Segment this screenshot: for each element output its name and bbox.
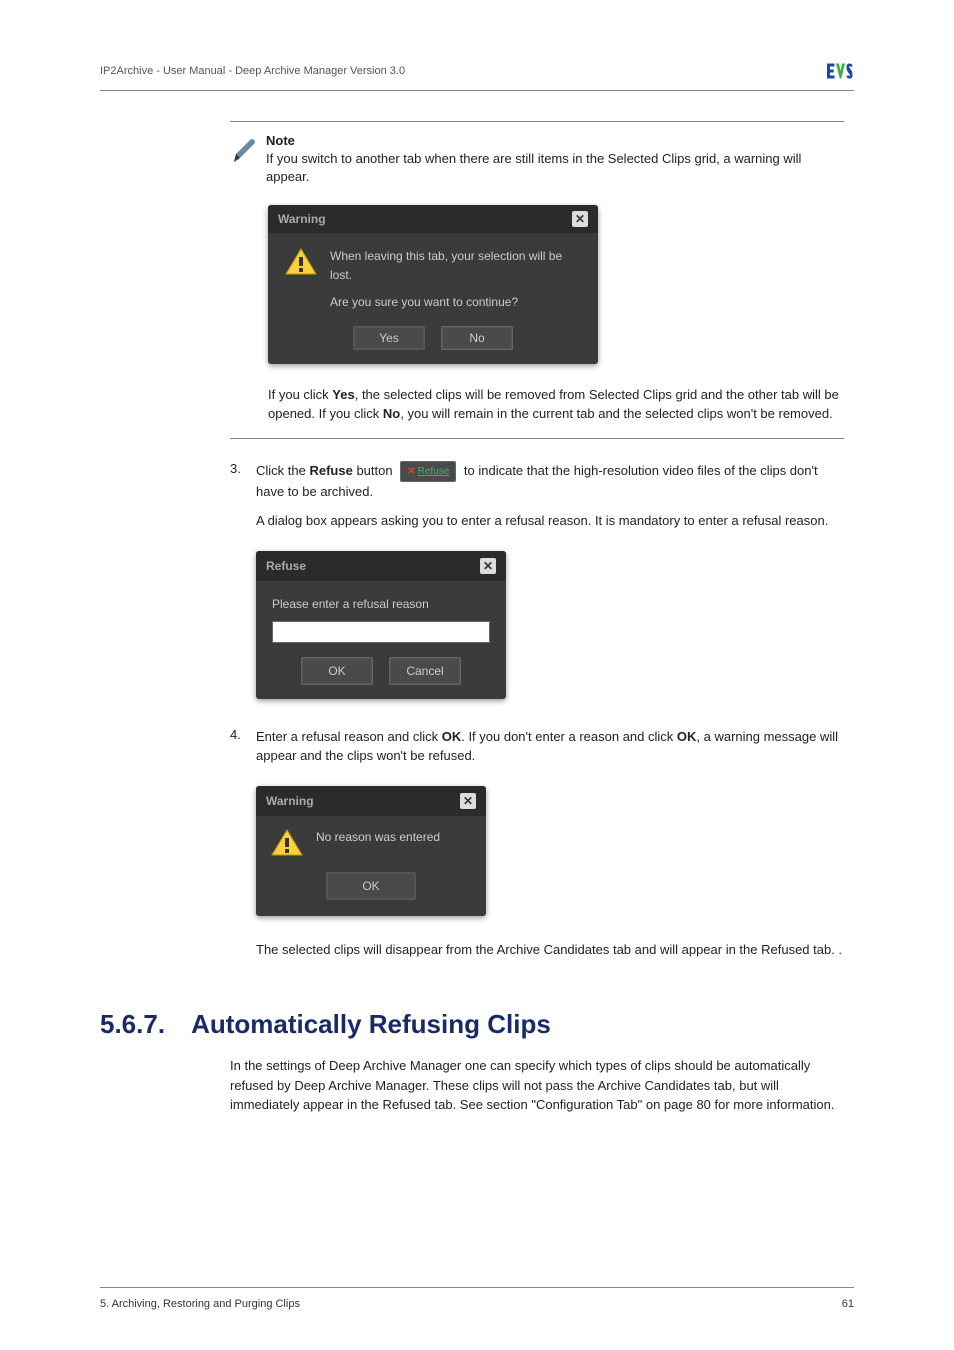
note-callout: Note If you switch to another tab when t… — [230, 121, 844, 439]
dialog-title-text: Warning — [266, 792, 314, 810]
evs-logo — [824, 60, 854, 82]
step-number: 4. — [230, 727, 256, 970]
close-icon[interactable]: ✕ — [480, 558, 496, 574]
refusal-reason-input[interactable] — [272, 621, 490, 643]
close-icon[interactable]: ✕ — [460, 793, 476, 809]
no-reason-warning-dialog: Warning ✕ No reason was entered — [256, 786, 486, 916]
breadcrumb: IP2Archive - User Manual - Deep Archive … — [100, 65, 405, 77]
no-button[interactable]: No — [441, 326, 513, 350]
section-paragraph: In the settings of Deep Archive Manager … — [230, 1056, 844, 1115]
ok-button[interactable]: OK — [301, 657, 373, 685]
page-header: IP2Archive - User Manual - Deep Archive … — [100, 60, 854, 91]
note-body: If you switch to another tab when there … — [266, 150, 844, 186]
warning-triangle-icon — [270, 828, 304, 858]
dialog-message-line2: Are you sure you want to continue? — [330, 293, 582, 312]
dialog-message-line1: When leaving this tab, your selection wi… — [330, 247, 582, 285]
dialog-message: No reason was entered — [316, 828, 440, 847]
footer-page-number: 61 — [842, 1298, 854, 1310]
note-label: Note — [266, 132, 844, 150]
step-number: 3. — [230, 461, 256, 709]
close-icon[interactable]: ✕ — [572, 211, 588, 227]
step-4: 4. Enter a refusal reason and click OK. … — [230, 727, 844, 970]
page-footer: 5. Archiving, Restoring and Purging Clip… — [100, 1287, 854, 1310]
cancel-button[interactable]: Cancel — [389, 657, 461, 685]
dialog-title-text: Refuse — [266, 557, 306, 575]
refuse-toolbar-button[interactable]: ✕Refuse — [400, 461, 456, 482]
refuse-prompt: Please enter a refusal reason — [272, 595, 490, 613]
pencil-icon — [230, 134, 258, 166]
ok-button[interactable]: OK — [326, 872, 416, 900]
step-3: 3. Click the Refuse button ✕Refuse to in… — [230, 461, 844, 709]
dialog-title-text: Warning — [278, 212, 326, 226]
warning-dialog: Warning ✕ When leaving this tab, your se… — [268, 205, 598, 365]
note-explanation: If you click Yes, the selected clips wil… — [230, 386, 844, 424]
footer-left: 5. Archiving, Restoring and Purging Clip… — [100, 1298, 300, 1310]
warning-triangle-icon — [284, 247, 318, 277]
section-number: 5.6.7. — [100, 1009, 165, 1040]
step3-para2: A dialog box appears asking you to enter… — [256, 511, 844, 531]
section-header: 5.6.7. Automatically Refusing Clips — [100, 1009, 844, 1040]
yes-button[interactable]: Yes — [353, 326, 425, 350]
step4-after: The selected clips will disappear from t… — [256, 940, 844, 960]
refuse-dialog: Refuse ✕ Please enter a refusal reason O… — [256, 551, 506, 699]
section-title: Automatically Refusing Clips — [191, 1009, 551, 1040]
